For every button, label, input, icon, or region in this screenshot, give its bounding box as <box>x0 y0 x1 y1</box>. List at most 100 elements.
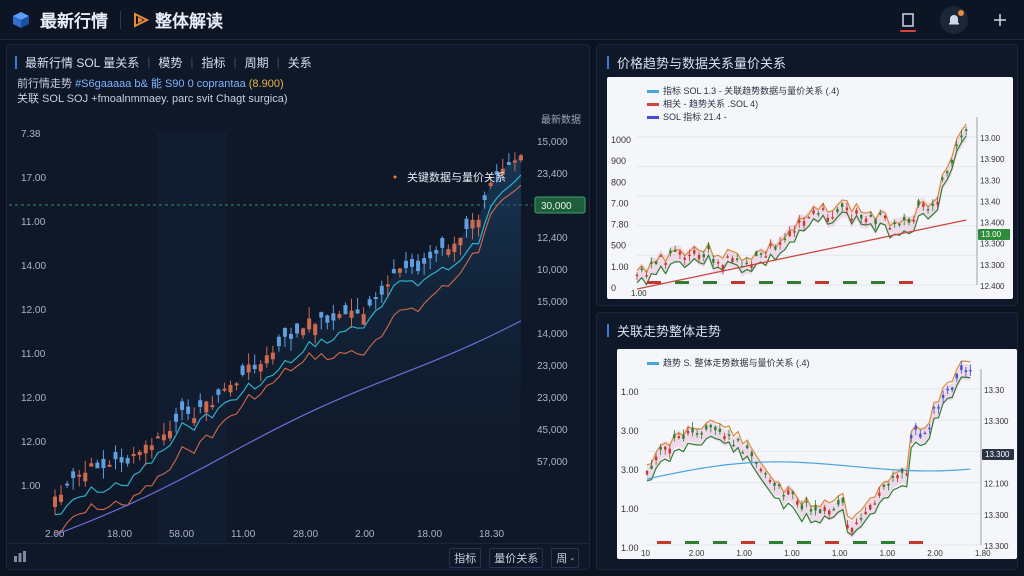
panel-title: 关联走势整体走势 <box>607 321 721 340</box>
candle-body <box>270 352 275 360</box>
mini-candle-body <box>783 238 787 241</box>
mini-candle-body <box>791 491 794 495</box>
candle-body <box>228 384 233 393</box>
y-tick-left: 12.00 <box>21 393 46 404</box>
mini-candle-body <box>893 222 896 225</box>
candle-body <box>319 312 324 318</box>
mini-candle-body <box>955 144 958 147</box>
title-accent-bar <box>607 324 609 337</box>
y-tick-left: 17.00 <box>21 173 46 184</box>
chart-type-icon[interactable] <box>13 549 27 563</box>
mini-chart-bottom[interactable]: 趋势 S. 整体走势数据与量价关系 (.4) 1.00 3.00 3.00 1.00 1… <box>617 349 1017 559</box>
candle-body <box>337 314 342 318</box>
mini-candle-body <box>832 508 835 511</box>
mini-candle-body <box>654 456 658 461</box>
mini-y-tick-left: 800 <box>611 177 626 187</box>
notification-button[interactable] <box>940 6 968 34</box>
volume-marker <box>759 281 773 284</box>
mini-candle-body <box>903 216 906 220</box>
mini-candle-body <box>796 501 799 505</box>
candle-body <box>446 249 451 255</box>
bookmark-button[interactable] <box>894 6 922 34</box>
mini-candle-body <box>936 201 939 205</box>
mini-y-tick-right: 13.300 <box>980 261 1005 270</box>
mini-candle-body <box>697 254 701 260</box>
mini-x-tick: 1.00 <box>631 289 647 298</box>
mini-candle-body <box>700 432 703 435</box>
mini-candle-body <box>860 214 863 219</box>
volume-marker <box>871 281 885 284</box>
candle-body <box>482 195 487 201</box>
mini-candle-body <box>764 256 768 258</box>
mini-candle-body <box>750 452 753 457</box>
brand[interactable]: 最新行情 <box>12 7 108 32</box>
candle-body <box>101 458 106 469</box>
mini-candle-body <box>941 394 945 399</box>
mini-candle-body <box>755 251 758 257</box>
mini-candle-body <box>709 424 712 428</box>
candlestick-chart[interactable]: 7.38 17.00 11.00 14.00 12.00 11.00 12.00 12.00 1… <box>7 45 591 545</box>
candle-body <box>301 328 306 336</box>
mini-candle-body <box>946 388 949 391</box>
candle-body <box>174 413 179 422</box>
candle-body <box>210 405 215 408</box>
play-arrow-icon <box>134 11 149 28</box>
mini-candle-body <box>950 159 954 164</box>
chart-toolbar: 指标 量价关系 周 - <box>7 543 589 569</box>
mini-tag: 13.00 <box>981 230 1002 239</box>
mini-candle-body <box>686 430 690 434</box>
period-button[interactable]: 周 - <box>551 548 579 568</box>
candle-body <box>167 431 172 439</box>
mini-ma-line <box>646 461 971 480</box>
mini-candle-body <box>759 468 763 472</box>
mini-y-tick-right: 13.30 <box>980 176 1001 185</box>
mini-y-tick-left: 0 <box>611 283 616 293</box>
tab-interpretation[interactable]: 整体解读 <box>133 7 223 32</box>
mini-candle-body <box>874 219 877 225</box>
mini-candle-body <box>800 505 804 510</box>
mini-y-tick-right: 13.30 <box>984 386 1005 395</box>
volume-marker <box>685 541 699 544</box>
mini-candle-body <box>668 448 671 454</box>
y-tick-right: 15,000 <box>537 137 568 148</box>
candle-body <box>71 471 76 479</box>
candle-body <box>434 250 439 254</box>
trend-panel-top: 价格趋势与数据关系量价关系 指标 SOL 1.3 - 关联趋势数据与量价关系 (… <box>596 44 1018 306</box>
volume-price-button[interactable]: 量价关系 <box>489 548 544 568</box>
mini-candle-body <box>869 504 872 510</box>
mini-y-tick-right: 13.400 <box>980 219 1005 228</box>
mini-candle-body <box>919 433 922 438</box>
add-button[interactable] <box>986 6 1014 34</box>
mini-y-tick-left: 7.00 <box>611 198 629 208</box>
mini-candle-body <box>923 432 927 435</box>
mini-candle-body <box>732 444 735 447</box>
mini-candle-body <box>682 434 685 439</box>
candle-body <box>149 445 154 450</box>
volume-marker <box>899 281 913 284</box>
mini-x-tick: 1.00 <box>736 549 752 558</box>
candle-body <box>307 318 312 330</box>
candle-body <box>276 336 281 347</box>
candle-body <box>180 401 185 410</box>
mini-candle-body <box>969 369 972 372</box>
app-title: 最新行情 <box>40 12 108 31</box>
mini-candle-body <box>855 210 858 214</box>
candle-body <box>295 323 300 334</box>
candle-body <box>258 363 263 372</box>
candle-body <box>367 299 372 306</box>
mini-chart-top[interactable]: 指标 SOL 1.3 - 关联趋势数据与量价关系 (.4) 相关 - 趋势关系 … <box>607 77 1013 299</box>
mini-candle-body <box>664 262 667 266</box>
indicator-button[interactable]: 指标 <box>449 548 482 568</box>
mini-candle-body <box>659 447 662 450</box>
candle-body <box>83 472 88 482</box>
candle-body <box>246 364 251 373</box>
panel-title-text: 关联走势整体走势 <box>617 324 722 339</box>
y-tick-right: 14,000 <box>537 329 568 340</box>
candle-body <box>379 285 384 295</box>
mini-candle-body <box>645 275 648 277</box>
candle-body <box>452 243 457 253</box>
chart-annotation: 关键数据与量价关系 <box>407 170 506 184</box>
mini-candle-body <box>869 214 872 217</box>
mini-candle-body <box>807 216 810 219</box>
volume-marker <box>881 541 895 544</box>
